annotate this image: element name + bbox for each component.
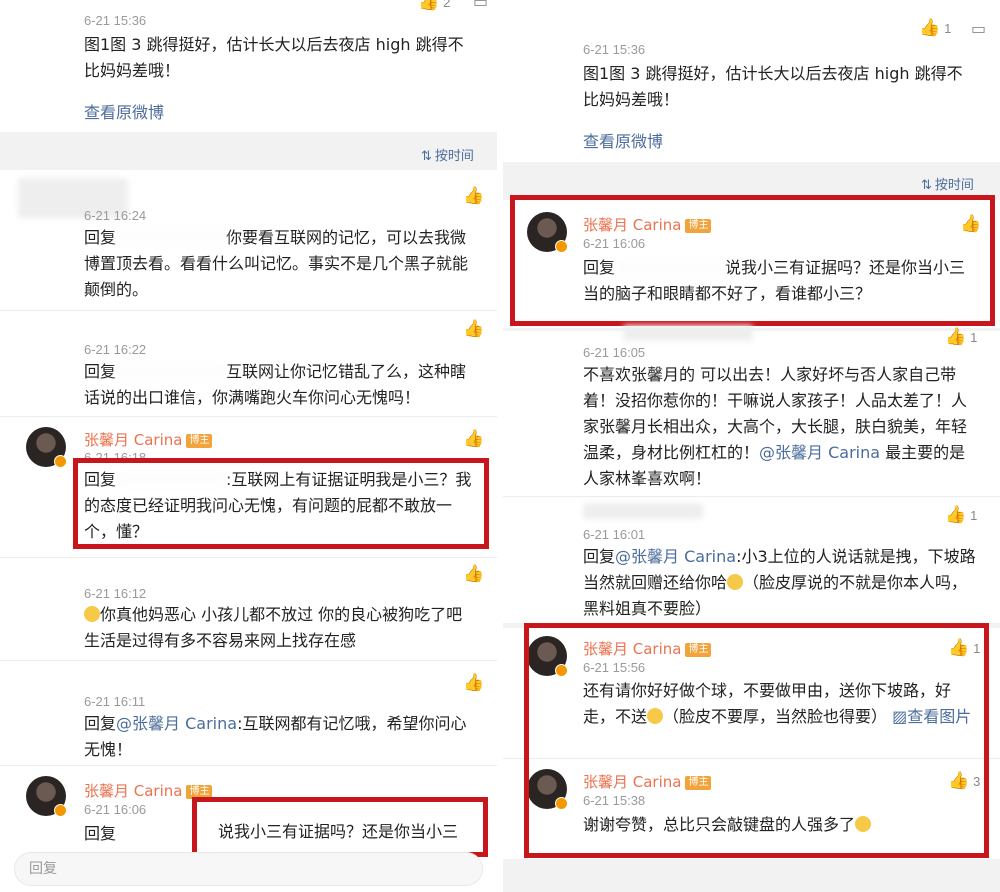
view-original-link[interactable]: 查看原微博 — [84, 99, 164, 123]
comment-item: 👍 1 6-21 16:01 回复@张馨月 Carina:小3上位的人说话就是拽，… — [503, 497, 1000, 623]
mention-link[interactable]: @张馨月 Carina — [116, 714, 237, 733]
like-button[interactable]: 👍 — [463, 319, 484, 339]
comment-time: 6-21 16:24 — [84, 208, 147, 223]
thumb-up-icon: 👍 — [463, 319, 485, 339]
like-button[interactable]: 👍 1 — [945, 505, 977, 525]
comment-item: 👍 6-21 16:24 回复 你要看互联网的记忆，可以去我微博置顶去看。看看什么… — [0, 170, 497, 310]
left-screenshot: 👍 2 ▭ 6-21 15:36 图1图 3 跳得挺好，估计长大以后去夜店 hig… — [0, 0, 497, 892]
blogger-badge: 博主 — [186, 434, 213, 448]
comment-item: 👍 6-21 16:22 回复 互联网让你记忆错乱了么，这种瞎话说的出口谁信，你满… — [0, 311, 497, 416]
post-text: 图1图 3 跳得挺好，估计长大以后去夜店 high 跳得不比妈妈差哦！ — [583, 64, 963, 109]
comment-item: 👍 1 6-21 16:05 不喜欢张馨月的 可以出去！人家好坏与否人家自己带着！… — [503, 325, 1000, 496]
highlight-box — [510, 195, 995, 326]
comment-icon[interactable]: ▭ — [971, 19, 986, 38]
avatar[interactable] — [26, 776, 67, 817]
comment-text: 你真他妈恶心 小孩儿都不放过 你的良心被狗吃了吧 生活是过得有多不容易来网上找存… — [84, 605, 463, 650]
sort-icon: ⇅ — [421, 149, 432, 164]
comment-text: 回复@张馨月 Carina:互联网都有记忆哦，希望你问心无愧！ — [84, 714, 467, 759]
comment-prefix: 回复 — [84, 824, 117, 843]
thumb-up-icon: 👍 — [463, 429, 485, 449]
thumb-up-icon: 👍 — [463, 186, 485, 206]
emoji-icon — [727, 574, 744, 590]
comment-time: 6-21 16:01 — [583, 527, 646, 542]
comment-text: 不喜欢张馨月的 可以出去！人家好坏与否人家自己带着！没招你惹你的！干嘛说人家孩子… — [583, 365, 968, 488]
like-button[interactable]: 👍 1 — [945, 327, 977, 347]
avatar[interactable] — [26, 427, 67, 468]
comment-time: 6-21 16:22 — [84, 342, 147, 357]
post-time: 6-21 15:36 — [583, 42, 646, 57]
highlight-box — [524, 623, 989, 858]
sort-by-time-button[interactable]: ⇅ 按时间 — [421, 145, 474, 164]
sort-by-time-button[interactable]: ⇅ 按时间 — [921, 174, 974, 193]
comment-time: 6-21 16:06 — [84, 802, 147, 817]
like-button[interactable]: 👍 — [463, 673, 484, 693]
comment-item: 👍 6-21 16:11 回复@张馨月 Carina:互联网都有记忆哦，希望你问… — [0, 661, 497, 765]
like-button[interactable]: 👍 2 — [418, 0, 450, 12]
comment-text: 回复 互联网让你记忆错乱了么，这种瞎话说的出口谁信，你满嘴跑火车你问心无愧吗！ — [84, 362, 467, 407]
like-button[interactable]: 👍 — [463, 429, 484, 449]
comment-item: 👍 6-21 16:12 你真他妈恶心 小孩儿都不放过 你的良心被狗吃了吧 生活… — [0, 558, 497, 660]
comment-text: 回复@张馨月 Carina:小3上位的人说话就是拽，下坡路当然就回赠还给你哈 （脸… — [583, 547, 976, 618]
like-button[interactable]: 👍 — [463, 186, 484, 206]
comment-icon[interactable]: ▭ — [473, 0, 488, 11]
thumb-up-icon: 👍 — [418, 0, 440, 12]
mention-link[interactable]: @张馨月 Carina — [615, 547, 736, 566]
like-button[interactable]: 👍 — [463, 564, 484, 584]
comment-text: 回复 你要看互联网的记忆，可以去我微博置顶去看。看看什么叫记忆。事实不是几个黑子就… — [84, 228, 469, 299]
verified-icon — [54, 804, 67, 817]
thumb-up-icon: 👍 — [463, 673, 485, 693]
thumb-up-icon: 👍 — [919, 18, 941, 38]
right-screenshot: 👍 1 ▭ 6-21 15:36 图1图 3 跳得挺好，估计长大以后去夜店 hig… — [503, 0, 1000, 892]
like-button[interactable]: 👍 1 — [919, 18, 951, 38]
thumb-up-icon: 👍 — [945, 327, 967, 347]
highlight-box — [73, 458, 489, 549]
blurred-username — [623, 325, 753, 341]
blurred-username — [116, 229, 227, 245]
original-post-card: 👍 1 ▭ 6-21 15:36 图1图 3 跳得挺好，估计长大以后去夜店 hig… — [503, 0, 1000, 162]
post-text: 图1图 3 跳得挺好，估计长大以后去夜店 high 跳得不比妈妈差哦！ — [84, 35, 464, 80]
comment-time: 6-21 16:05 — [583, 345, 646, 360]
thumb-up-icon: 👍 — [463, 564, 485, 584]
comment-time: 6-21 16:12 — [84, 586, 147, 601]
view-original-link[interactable]: 查看原微博 — [583, 128, 663, 152]
blurred-username — [116, 363, 227, 379]
sort-icon: ⇅ — [921, 178, 932, 193]
commenter-name[interactable]: 张馨月 Carina 博主 — [84, 429, 213, 450]
comment-text: 说我小三有证据吗？还是你当小三 — [218, 822, 459, 841]
thumb-up-icon: 👍 — [945, 505, 967, 525]
verified-icon — [54, 455, 67, 468]
emoji-icon — [84, 606, 100, 622]
blurred-username — [583, 503, 703, 519]
reply-input[interactable]: 回复 — [14, 852, 483, 886]
post-time: 6-21 15:36 — [84, 13, 147, 28]
original-post-card: 👍 2 ▭ 6-21 15:36 图1图 3 跳得挺好，估计长大以后去夜店 hig… — [0, 0, 497, 132]
mention-link[interactable]: @张馨月 Carina — [759, 443, 880, 462]
comment-time: 6-21 16:11 — [84, 694, 146, 709]
